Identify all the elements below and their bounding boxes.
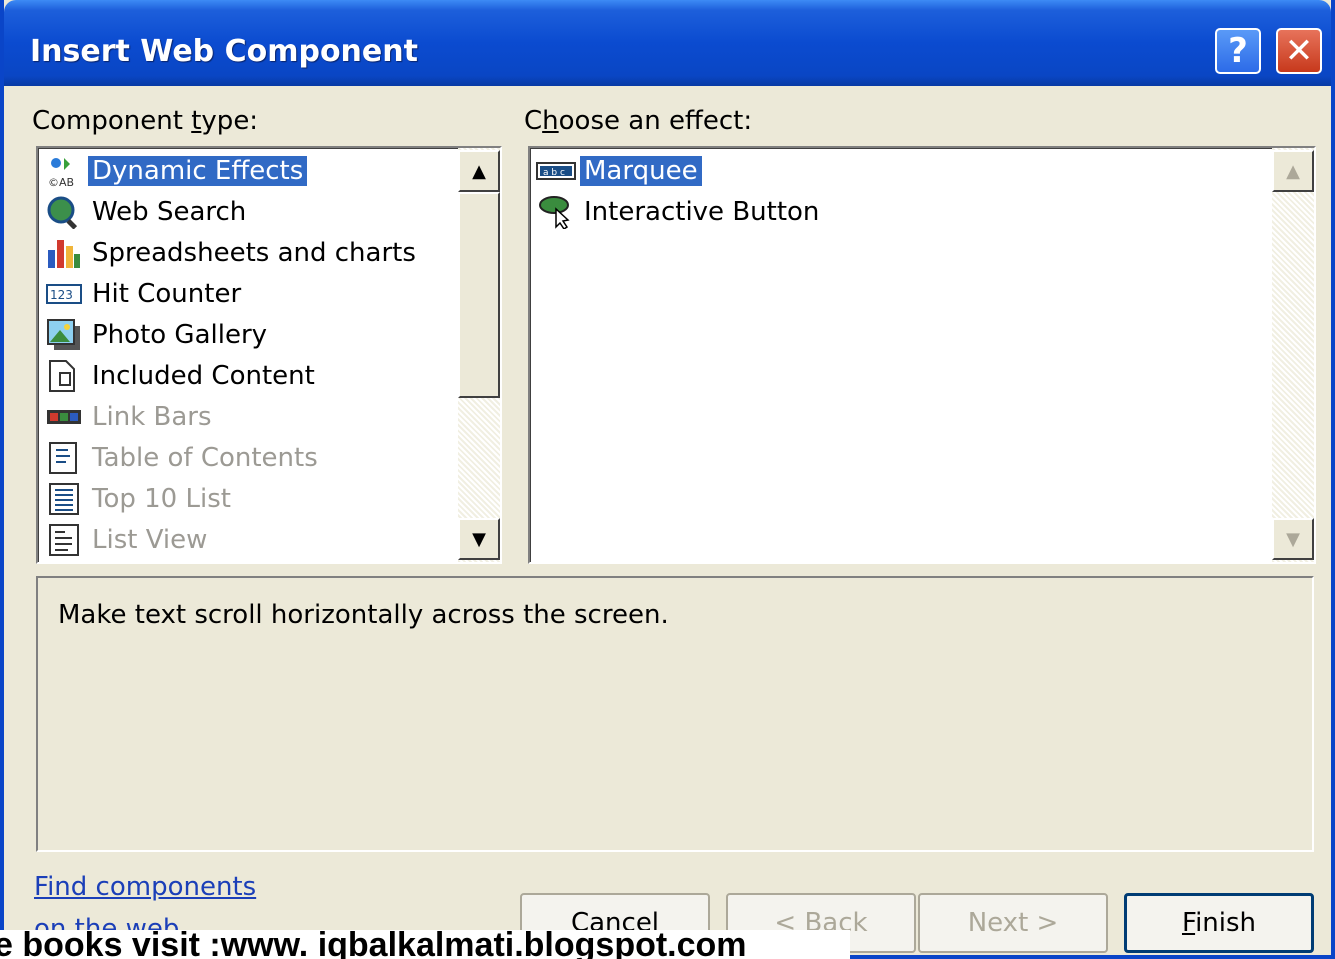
interactive-button-icon (536, 194, 576, 230)
help-icon: ? (1228, 31, 1248, 71)
insert-web-component-dialog: Insert Web Component ? ✕ Component type:… (0, 0, 1335, 959)
component-item-top-10-list[interactable]: Top 10 List (44, 480, 235, 518)
list-item-label: Link Bars (92, 402, 212, 432)
help-button[interactable]: ? (1215, 28, 1261, 74)
close-button[interactable]: ✕ (1276, 28, 1322, 74)
svg-text:123: 123 (50, 288, 73, 302)
finish-accel: F (1181, 908, 1196, 938)
effect-scroll-down-button[interactable]: ▼ (1272, 518, 1314, 560)
effect-label-part: C (524, 106, 543, 136)
component-item-dynamic-effects[interactable]: ©AB Dynamic Effects (44, 152, 308, 190)
spreadsheets-charts-icon (44, 235, 84, 271)
list-item-label: Hit Counter (92, 279, 242, 309)
hit-counter-icon: 123 (44, 276, 84, 312)
scroll-down-button[interactable]: ▼ (458, 518, 500, 560)
dynamic-effects-icon: ©AB (44, 153, 84, 189)
component-type-list[interactable]: ©AB Dynamic Effects Web Search Spreadshe… (36, 146, 502, 564)
component-type-label: Component type: (32, 106, 258, 136)
scroll-up-arrow-icon: ▲ (1286, 160, 1300, 182)
footer-banner: e books visit :www. iqbalkalmati.blogspo… (0, 930, 850, 959)
component-item-table-of-contents[interactable]: Table of Contents (44, 439, 322, 477)
top-10-list-icon (44, 481, 84, 517)
component-item-spreadsheets[interactable]: Spreadsheets and charts (44, 234, 420, 272)
component-list-scrollbar[interactable]: ▲ ▼ (458, 148, 500, 562)
component-item-link-bars[interactable]: Link Bars (44, 398, 216, 436)
effect-label-part: oose an effect: (558, 106, 753, 136)
close-icon: ✕ (1284, 31, 1314, 71)
title-bar[interactable]: Insert Web Component ? ✕ (4, 0, 1331, 86)
included-content-icon (44, 358, 84, 394)
link-bars-icon (44, 399, 84, 435)
component-type-accel: t (191, 106, 202, 136)
list-item-label: Dynamic Effects (88, 156, 308, 186)
scroll-up-arrow-icon: ▲ (472, 160, 486, 182)
marquee-icon: a b c (536, 153, 576, 189)
component-item-photo-gallery[interactable]: Photo Gallery (44, 316, 271, 354)
footer-text: e books visit :www. iqbalkalmati.blogspo… (0, 930, 747, 959)
scroll-down-arrow-icon: ▼ (472, 528, 486, 550)
description-text: Make text scroll horizontally across the… (58, 600, 669, 630)
svg-text:a b c: a b c (543, 168, 565, 178)
scroll-down-arrow-icon: ▼ (1286, 528, 1300, 550)
effect-list[interactable]: a b c Marquee Interactive Button ▲ ▼ (528, 146, 1316, 564)
table-of-contents-icon (44, 440, 84, 476)
choose-effect-label: Choose an effect: (524, 106, 752, 136)
svg-text:©AB: ©AB (48, 176, 74, 188)
list-item-label: Table of Contents (92, 443, 318, 473)
finish-label-rest: inish (1195, 908, 1257, 938)
effect-list-scrollbar[interactable]: ▲ ▼ (1272, 148, 1314, 562)
list-item-label: List View (92, 525, 208, 555)
list-item-label: Included Content (92, 361, 315, 391)
effect-label-accel: h (542, 106, 559, 136)
next-button[interactable]: Next > (918, 893, 1108, 953)
list-item-label: Interactive Button (584, 197, 820, 227)
description-panel: Make text scroll horizontally across the… (36, 576, 1314, 852)
component-type-label-part: ype: (201, 106, 259, 136)
effect-item-marquee[interactable]: a b c Marquee (536, 152, 702, 190)
list-item-label: Web Search (92, 197, 247, 227)
next-button-label: Next > (967, 908, 1059, 938)
finish-button[interactable]: Finish (1124, 893, 1314, 953)
scroll-thumb[interactable] (458, 192, 500, 398)
list-item-label: Marquee (580, 156, 702, 186)
list-item-label: Spreadsheets and charts (92, 238, 416, 268)
list-item-label: Top 10 List (92, 484, 231, 514)
dialog-title: Insert Web Component (30, 34, 418, 69)
list-view-icon (44, 522, 84, 558)
effect-item-interactive-button[interactable]: Interactive Button (536, 193, 823, 231)
component-item-included-content[interactable]: Included Content (44, 357, 319, 395)
component-type-label-part: Component (32, 106, 192, 136)
list-item-label: Photo Gallery (92, 320, 268, 350)
effect-scroll-up-button[interactable]: ▲ (1272, 150, 1314, 192)
finish-button-label: Finish (1182, 908, 1256, 938)
find-components-link[interactable]: Find components (34, 872, 256, 902)
component-item-hit-counter[interactable]: 123 Hit Counter (44, 275, 245, 313)
component-item-list-view[interactable]: List View (44, 521, 211, 559)
photo-gallery-icon (44, 317, 84, 353)
scroll-up-button[interactable]: ▲ (458, 150, 500, 192)
component-item-web-search[interactable]: Web Search (44, 193, 250, 231)
web-search-icon (44, 194, 84, 230)
